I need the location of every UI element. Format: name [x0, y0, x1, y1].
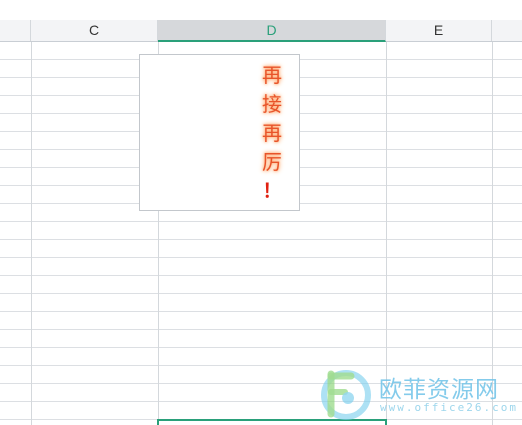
exclamation-char: ！: [262, 180, 282, 202]
column-header-f[interactable]: [492, 20, 522, 41]
column-header-c[interactable]: C: [31, 20, 158, 41]
toolbar-strip: [0, 0, 522, 20]
column-header-d[interactable]: D: [158, 20, 386, 42]
vertical-text-box[interactable]: 再 接 再 厉 ！: [139, 54, 300, 211]
text-char: 接: [262, 92, 282, 116]
watermark-logo-icon: [321, 370, 371, 420]
text-char: 再: [262, 121, 282, 145]
spreadsheet-view: C D E 再 接 再 厉 ！ 欧菲资源网 www.office26.com: [0, 0, 522, 425]
column-divider: [31, 42, 32, 425]
column-header-b[interactable]: [0, 20, 31, 41]
vertical-text: 再 接 再 厉 ！: [256, 61, 288, 206]
column-header-row: C D E: [0, 20, 522, 42]
text-char: 厉: [262, 150, 282, 174]
watermark-title: 欧菲资源网: [379, 377, 499, 403]
watermark: 欧菲资源网 www.office26.com: [317, 364, 522, 422]
watermark-url: www.office26.com: [380, 401, 518, 414]
text-char: 再: [262, 63, 282, 87]
column-header-e[interactable]: E: [386, 20, 492, 41]
